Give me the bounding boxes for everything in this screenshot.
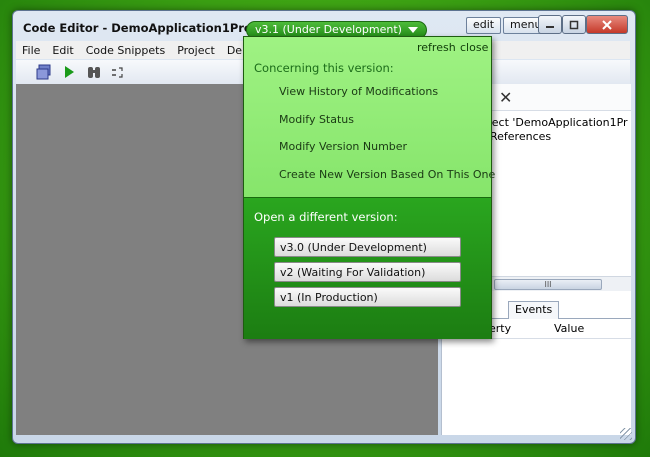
current-version-heading: Concerning this version: — [254, 61, 394, 75]
column-value: Value — [554, 322, 585, 335]
close-window-button[interactable] — [586, 15, 628, 34]
minimize-button[interactable] — [538, 15, 562, 34]
other-versions-heading: Open a different version: — [254, 210, 398, 224]
solution-icon — [36, 64, 51, 80]
version-button-v2[interactable]: v2 (Waiting For Validation) — [274, 262, 461, 282]
view-history-link[interactable]: View History of Modifications — [279, 85, 438, 98]
tree-item-project[interactable]: oject 'DemoApplication1Pr — [482, 116, 628, 130]
version-popup: refresh close Concerning this version: V… — [243, 36, 495, 339]
close-icon — [602, 19, 612, 30]
tab-events[interactable]: Events — [508, 301, 560, 319]
refresh-link[interactable]: refresh — [417, 41, 456, 54]
version-button-v3-0[interactable]: v3.0 (Under Development) — [274, 237, 461, 257]
version-button-v1[interactable]: v1 (In Production) — [274, 287, 461, 307]
find-button[interactable] — [86, 64, 102, 80]
modify-status-link[interactable]: Modify Status — [279, 113, 354, 126]
maximize-icon — [569, 20, 579, 29]
solution-button[interactable] — [36, 64, 52, 80]
window-title: Code Editor - DemoApplication1Project — [23, 21, 276, 35]
menu-code-snippets[interactable]: Code Snippets — [80, 44, 171, 57]
version-selector-label: v3.1 (Under Development) — [255, 23, 402, 36]
scroll-thumb[interactable]: III — [494, 279, 602, 290]
modify-version-number-link[interactable]: Modify Version Number — [279, 140, 407, 153]
run-button[interactable] — [61, 64, 77, 80]
solution-tree: oject 'DemoApplication1Pr References — [482, 116, 628, 144]
replace-icon — [112, 67, 123, 78]
close-panel-icon[interactable]: ✕ — [499, 88, 512, 107]
run-icon — [65, 66, 74, 78]
close-link[interactable]: close — [460, 41, 488, 54]
find-icon — [88, 67, 100, 78]
replace-button[interactable] — [110, 64, 126, 80]
current-version-section: refresh close Concerning this version: V… — [244, 37, 495, 197]
menu-edit[interactable]: Edit — [46, 44, 79, 57]
tree-item-references[interactable]: References — [482, 130, 628, 144]
resize-grip[interactable] — [620, 428, 632, 440]
menu-file[interactable]: File — [16, 44, 46, 57]
maximize-button[interactable] — [562, 15, 586, 34]
edit-button[interactable]: edit — [466, 17, 502, 34]
other-versions-section: Open a different version: v3.0 (Under De… — [244, 197, 491, 339]
create-new-version-link[interactable]: Create New Version Based On This One — [279, 168, 495, 181]
minimize-icon — [546, 25, 554, 28]
menu-project[interactable]: Project — [171, 44, 221, 57]
chevron-down-icon — [407, 27, 418, 33]
